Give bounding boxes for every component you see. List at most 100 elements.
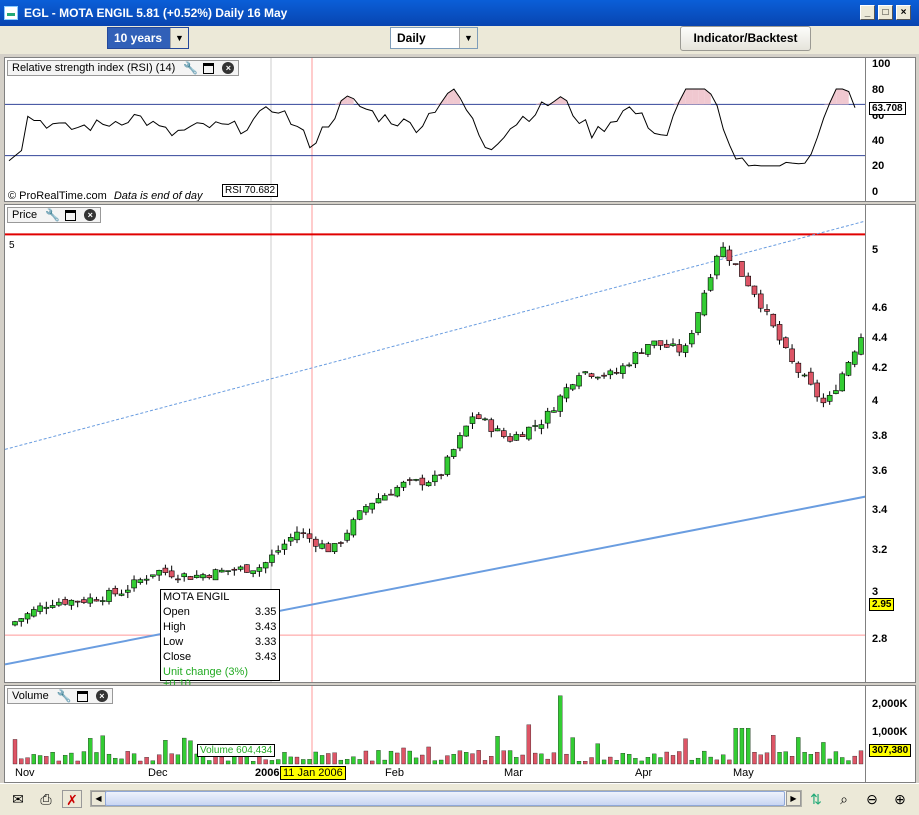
candle-body [751,285,758,295]
volume-bar [163,740,168,765]
window-icon[interactable] [65,209,77,221]
chart-tool-icon[interactable]: ⇅ [806,790,826,808]
volume-bar [689,759,694,765]
rsi-chart [5,58,865,201]
scroll-thumb[interactable] [105,791,785,806]
email-icon[interactable]: ✉ [8,790,28,808]
maximize-button[interactable]: □ [878,5,893,20]
volume-bar [175,754,181,765]
candle-body [839,373,846,392]
volume-bar [514,757,519,765]
candle-body [74,600,81,603]
volume-bar [263,759,268,765]
volume-bar [363,750,369,765]
volume-bar [802,752,807,765]
candle-body [30,609,37,617]
window-icon[interactable] [203,62,215,74]
volume-bar [370,760,375,765]
candle-body [338,542,344,544]
volume-bar [238,756,243,765]
volume-bar [495,736,500,765]
zoom-in-icon[interactable]: ⊕ [890,790,910,808]
volume-bar [777,752,782,765]
minimize-button[interactable]: _ [860,5,875,20]
volume-bar [451,753,456,765]
candle-body [325,543,332,553]
volume-bar [75,760,80,765]
price-panel-header: Price 🔧 × [7,207,102,223]
volume-tick: 1,000K [872,726,908,738]
zoom-box-icon[interactable]: ⌕ [834,790,854,808]
volume-bar [445,755,450,765]
volume-bar [106,753,112,765]
low-label: Low [163,636,184,648]
high-value: 3.43 [255,621,277,633]
zoom-out-icon[interactable]: ⊖ [862,790,882,808]
wrench-icon[interactable]: 🔧 [45,209,60,221]
volume-bar [626,754,632,765]
volume-bar [539,753,544,765]
chevron-down-icon[interactable]: ▼ [170,28,188,48]
candle-body [425,482,432,487]
price-tick: 4.4 [872,332,888,344]
candle-body [858,337,864,355]
candle-body [626,364,632,367]
price-cursor-tag: 2.95 [869,598,895,611]
wrench-icon[interactable]: 🔧 [57,690,72,702]
volume-bar [100,735,105,765]
candle-body [168,570,175,578]
close-icon[interactable]: × [84,209,97,222]
volume-bar [351,756,356,765]
volume-bar [169,753,174,765]
candle-body [682,345,689,353]
close-icon[interactable]: × [95,690,108,703]
rsi-tick: 20 [872,160,885,172]
candle-body [833,390,839,394]
candle-body [37,605,43,612]
volume-bar [12,739,18,765]
cursor-toggle-icon[interactable]: ✗ [62,790,82,808]
open-value: 3.35 [255,606,277,618]
candle-body [757,293,764,309]
price-panel[interactable]: Price 🔧 × 5 [4,204,866,683]
rsi-panel[interactable]: Relative strength index (RSI) (14) 🔧 × ©… [4,57,866,202]
candle-body [250,570,256,574]
volume-chart [12,686,864,765]
close-icon[interactable]: × [222,62,235,75]
volume-bar [551,752,557,765]
wrench-icon[interactable]: 🔧 [183,62,198,74]
candle-body [457,435,463,449]
volume-bar [307,759,312,765]
candle-body [488,419,495,432]
indicator-backtest-button[interactable]: Indicator/Backtest [680,26,811,51]
scroll-left-button[interactable]: ◀ [91,791,106,806]
volume-panel[interactable]: Volume 🔧 × Volume 604,434 [4,685,866,765]
candle-body [356,510,363,520]
volume-bar [482,760,488,765]
printer-icon[interactable]: ⎙ [36,790,56,808]
candle-body [776,324,783,341]
candle-body [739,261,745,277]
date-label: 2006 [255,767,280,779]
period-select[interactable]: 10 years ▼ [107,27,189,49]
candle-body [657,340,664,346]
close-button[interactable]: × [896,5,911,20]
watermark-text: © ProRealTime.com [8,190,107,202]
scroll-right-button[interactable]: ▶ [786,791,801,806]
volume-bar [764,752,770,765]
candle-body [726,249,733,262]
candle-body [363,506,369,513]
rsi-tick: 0 [872,186,879,198]
volume-bar [683,738,688,765]
candle-body [93,599,100,602]
chevron-down-icon[interactable]: ▼ [459,28,477,48]
high-label: High [163,621,186,633]
volume-bar [225,760,231,765]
time-scrollbar[interactable]: ◀ ▶ [90,790,802,807]
candle-body [688,333,695,345]
interval-select[interactable]: Daily ▼ [390,27,478,49]
window-icon[interactable] [76,690,88,702]
price-tick: 3.6 [872,465,888,477]
price-tick: 4 [872,395,879,407]
candle-body [319,543,325,549]
